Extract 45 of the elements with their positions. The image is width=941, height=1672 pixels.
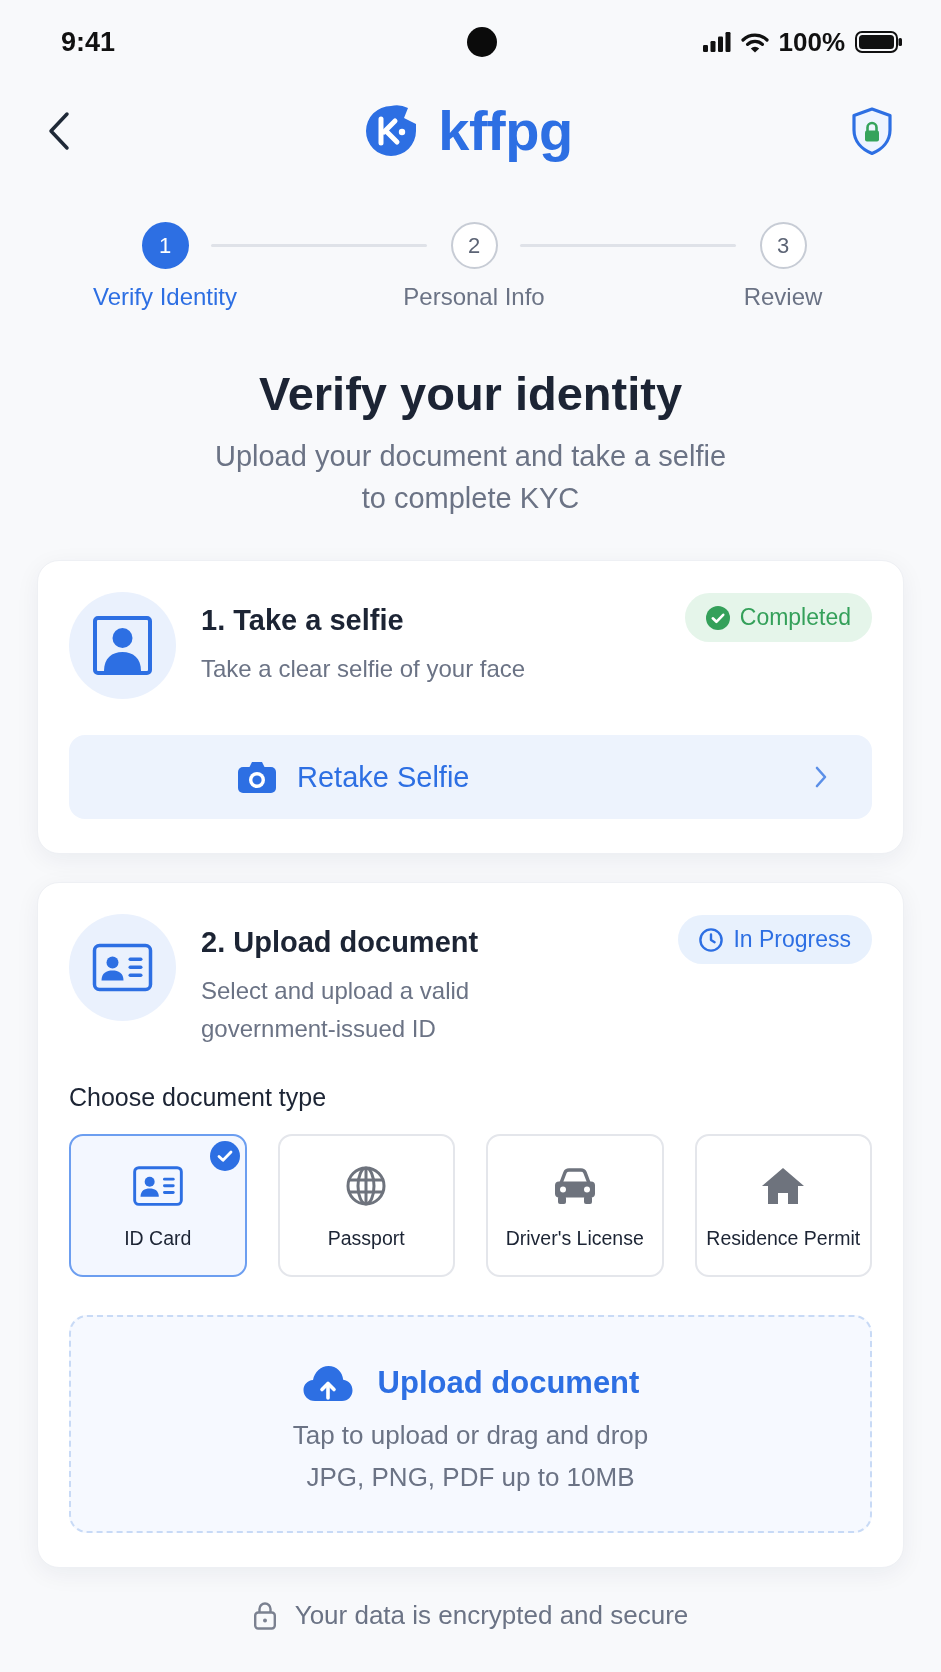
portrait-icon: [69, 592, 176, 699]
card-description: Select and upload a valid government-issued ID: [201, 976, 471, 1044]
document-type-option[interactable]: ID Card: [69, 1134, 247, 1277]
cloud-upload-icon: [301, 1364, 354, 1402]
retake-selfie-button[interactable]: Retake Selfie: [69, 735, 872, 819]
id-card-icon: [132, 1166, 183, 1206]
battery-icon: [855, 31, 903, 53]
signal-icon: [702, 32, 731, 52]
security-note: Your data is encrypted and secure: [294, 1599, 689, 1631]
upload-formats: JPG, PNG, PDF up to 10MB: [306, 1461, 635, 1494]
card-description: Take a clear selfie of your face: [201, 654, 527, 684]
section-label: Choose document type: [69, 1082, 328, 1113]
camera-dot-icon: [467, 27, 497, 57]
back-icon: [47, 111, 71, 151]
card-title: 2. Upload document: [201, 925, 480, 960]
page-subtitle: Upload your document and take a selfie to complete KYC: [213, 439, 727, 516]
lock-icon: [252, 1600, 277, 1630]
shield-lock-icon: [850, 106, 894, 156]
check-circle-icon: [705, 605, 730, 630]
clock-icon: [699, 927, 724, 952]
check-icon: [209, 1141, 240, 1171]
step-label: Personal Info: [403, 283, 545, 311]
step-number: 1: [141, 222, 189, 269]
document-type-option[interactable]: Driver's License: [486, 1134, 664, 1277]
status-text: Completed: [739, 604, 851, 631]
status-time: 9:41: [61, 26, 116, 58]
logo-icon: [364, 104, 419, 158]
document-type-option[interactable]: Passport: [277, 1134, 455, 1277]
battery-percent: 100%: [778, 26, 845, 58]
camera-icon: [237, 760, 277, 794]
upload-dropzone[interactable]: Upload document Tap to upload or drag and drop JPG, PNG, PDF up to 10MB: [69, 1315, 872, 1533]
upload-hint: Tap to upload or drag and drop: [292, 1419, 649, 1452]
step-number: 2: [450, 222, 498, 269]
document-type-option[interactable]: Residence Permit: [694, 1134, 872, 1277]
chevron-right-icon: [814, 765, 828, 789]
card-title: 1. Take a selfie: [201, 603, 405, 638]
step-number: 3: [759, 222, 807, 269]
step-label: Verify Identity: [92, 283, 238, 311]
page-title: Verify your identity: [257, 366, 684, 422]
id-card-icon: [69, 914, 176, 1021]
globe-icon: [345, 1166, 388, 1206]
step-label: Review: [743, 283, 823, 311]
status-text: In Progress: [733, 926, 851, 953]
wifi-icon: [740, 31, 769, 53]
upload-title: Upload document: [377, 1364, 640, 1402]
